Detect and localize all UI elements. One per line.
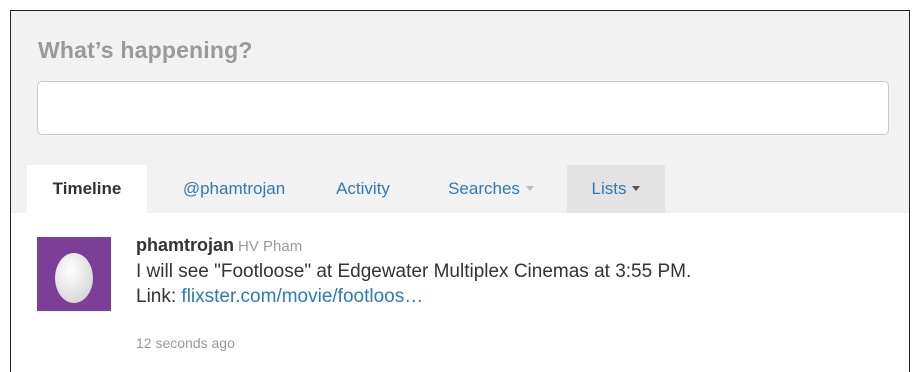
chevron-down-icon xyxy=(632,186,641,192)
tab-timeline[interactable]: Timeline xyxy=(27,165,147,213)
twitter-panel: What’s happening? Timeline @phamtrojan A… xyxy=(10,10,910,372)
tweet-input[interactable] xyxy=(37,81,889,135)
tweet-timestamp[interactable]: 12 seconds ago xyxy=(136,335,235,351)
tweet-header: phamtrojan HV Pham xyxy=(136,235,302,256)
link-prefix: Link: xyxy=(136,286,182,307)
egg-icon xyxy=(55,253,93,303)
tab-label: @phamtrojan xyxy=(182,179,286,198)
avatar[interactable] xyxy=(37,237,111,311)
screen-name[interactable]: phamtrojan xyxy=(136,235,234,255)
tab-label: Timeline xyxy=(52,179,122,198)
tab-mentions[interactable]: @phamtrojan xyxy=(157,165,311,213)
tweet-link[interactable]: flixster.com/movie/footloos… xyxy=(181,286,423,307)
tweet-text-line: I will see "Footloose" at Edgewater Mult… xyxy=(136,261,692,282)
tab-label: Activity xyxy=(336,179,390,198)
tab-searches[interactable]: Searches xyxy=(423,165,559,213)
timeline-tabs: Timeline @phamtrojan Activity Searches L… xyxy=(11,165,909,213)
composer-prompt: What’s happening? xyxy=(38,37,253,63)
tweet-text: I will see "Footloose" at Edgewater Mult… xyxy=(136,259,896,309)
real-name: HV Pham xyxy=(238,238,303,255)
chevron-down-icon xyxy=(525,186,534,192)
tweet-stream: phamtrojan HV Pham I will see "Footloose"… xyxy=(11,213,909,372)
tab-activity[interactable]: Activity xyxy=(317,165,409,213)
tab-label: Lists xyxy=(591,179,627,198)
tab-lists[interactable]: Lists xyxy=(567,165,665,213)
tab-label: Searches xyxy=(448,179,520,198)
tweet-composer: What’s happening? xyxy=(11,11,909,165)
